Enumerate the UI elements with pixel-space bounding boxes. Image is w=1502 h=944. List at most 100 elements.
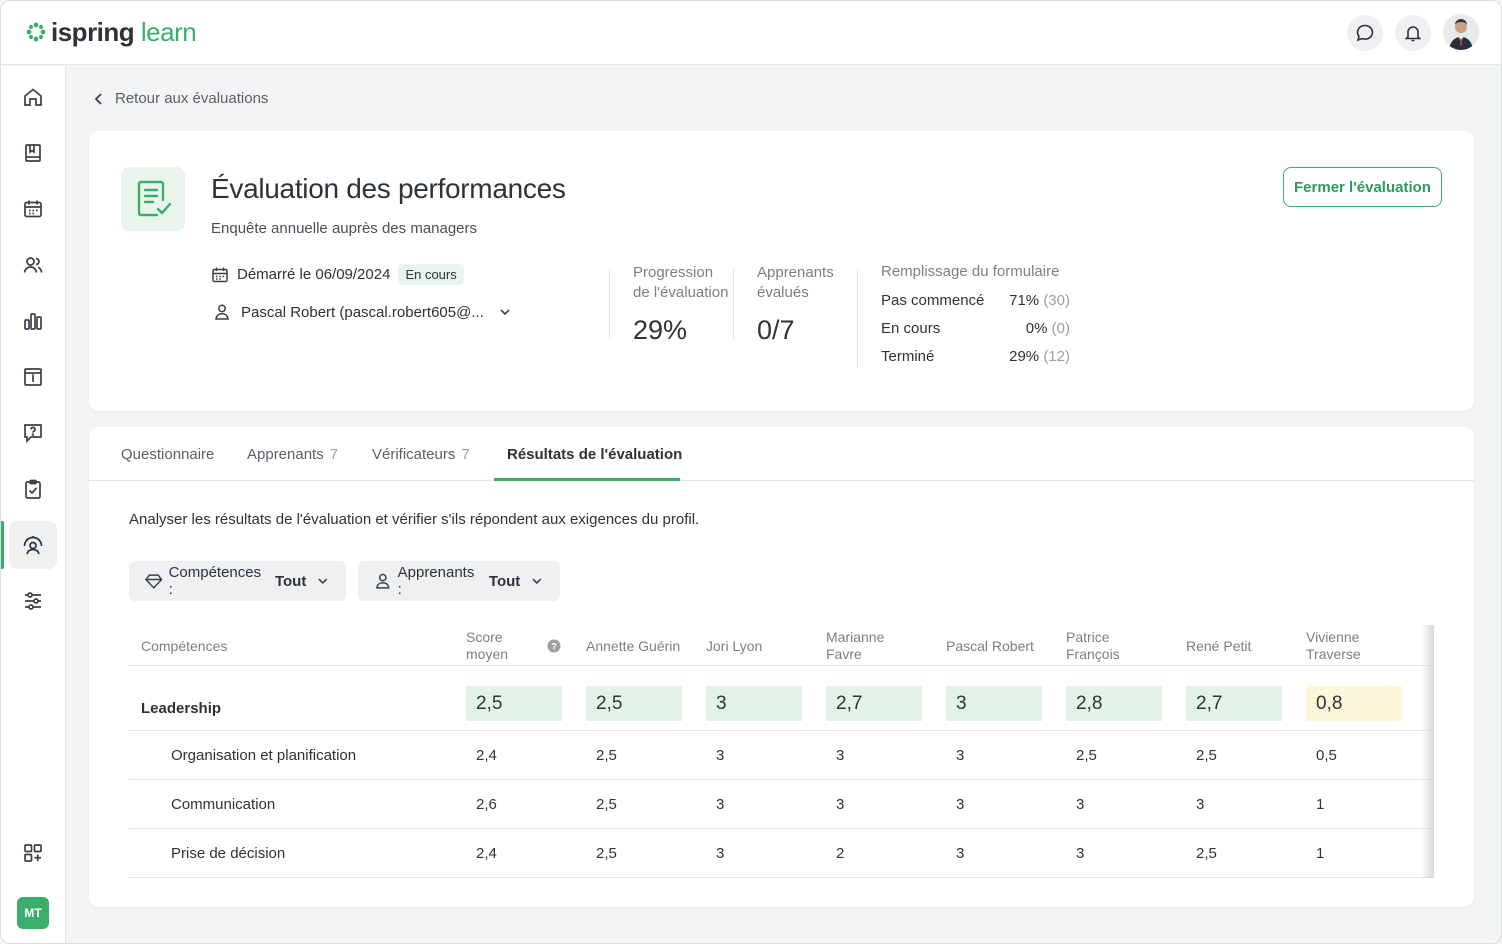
fill-pct: 71% <box>1009 292 1040 309</box>
score-cell: 3 <box>956 845 965 862</box>
owner-name: Pascal Robert (pascal.robert605@... <box>241 303 484 321</box>
results-intro: Analyser les résultats de l'évaluation e… <box>129 511 700 528</box>
logo-flower-icon <box>26 22 46 42</box>
nav-reports[interactable] <box>9 297 57 345</box>
nav-info-board[interactable] <box>9 353 57 401</box>
score-cell: 3 <box>716 747 725 764</box>
score-cell: 2,5 <box>1196 747 1217 764</box>
nav-apps[interactable] <box>9 829 57 877</box>
back-link[interactable]: Retour aux évaluations <box>93 90 268 107</box>
score-cell: 3 <box>836 747 845 764</box>
app-window: ispring learn MT Retour aux évaluations … <box>0 0 1502 944</box>
column-header-learner[interactable]: Marianne Favre <box>826 629 884 663</box>
column-header-label-line2: Favre <box>826 646 862 662</box>
table-row[interactable]: Prise de décision 2,4 2,5 3 2 3 3 2,5 1 <box>129 829 1434 878</box>
nav-home[interactable] <box>9 73 57 121</box>
close-evaluation-button[interactable]: Fermer l'évaluation <box>1283 167 1442 207</box>
column-header-learner[interactable]: René Petit <box>1186 638 1251 655</box>
chevron-down-icon <box>500 309 510 316</box>
nav-tasks[interactable] <box>9 465 57 513</box>
tab-questionnaire[interactable]: Questionnaire <box>121 446 214 463</box>
start-date-row: Démarré le 06/09/2024 En cours <box>211 264 464 285</box>
column-header-average[interactable]: Score moyen <box>466 629 508 663</box>
learners-evaluated-label: Apprenants évalués <box>757 263 834 303</box>
nav-questions[interactable] <box>9 409 57 457</box>
top-bar: ispring learn <box>1 1 1501 65</box>
column-header-learner[interactable]: Annette Guérin <box>586 638 680 655</box>
column-header-learner[interactable]: Pascal Robert <box>946 638 1034 655</box>
filter-label: Compétences : <box>168 564 262 598</box>
fill-row-in-progress: En cours 0% (0) <box>881 320 1101 337</box>
fill-count: (12) <box>1043 348 1070 365</box>
ispring-logo[interactable]: ispring learn <box>25 17 197 47</box>
learners-label-line1: Apprenants <box>757 264 834 281</box>
tab-learners[interactable]: Apprenants 7 <box>247 446 338 463</box>
score-cell: 3 <box>1076 796 1085 813</box>
progress-label-line2: de l'évaluation <box>633 284 729 301</box>
tab-reviewers[interactable]: Vérificateurs 7 <box>372 446 470 463</box>
account-badge[interactable]: MT <box>17 897 49 929</box>
calendar-icon <box>24 200 42 218</box>
nav-calendar[interactable] <box>9 185 57 233</box>
page-subtitle: Enquête annuelle auprès des managers <box>211 220 478 237</box>
table-group-row[interactable]: Leadership 2,5 2,5 3 2,7 3 2,8 2,7 0,8 <box>129 666 1434 731</box>
fill-row-not-started: Pas commencé 71% (30) <box>881 292 1101 309</box>
filter-value: Tout <box>488 572 521 590</box>
learners-filter[interactable]: Apprenants : Tout <box>358 561 560 601</box>
column-header-learner[interactable]: Vivienne Traverse <box>1306 629 1361 663</box>
score-cell: 3 <box>946 686 1042 721</box>
table-row[interactable]: Organisation et planification 2,4 2,5 3 … <box>129 731 1434 780</box>
learners-evaluated-value: 0/7 <box>757 315 795 345</box>
learners-label-line2: évalués <box>757 284 809 301</box>
skills-filter[interactable]: Compétences : Tout <box>129 561 346 601</box>
nav-users[interactable] <box>9 241 57 289</box>
notifications-button[interactable] <box>1395 15 1431 51</box>
diamond-icon <box>145 574 163 589</box>
tab-label: Vérificateurs <box>372 446 456 463</box>
divider <box>857 269 858 367</box>
user-avatar[interactable] <box>1443 14 1479 50</box>
owner-selector[interactable]: Pascal Robert (pascal.robert605@... <box>213 303 512 321</box>
sidebar: MT <box>1 66 66 943</box>
chat-icon <box>1356 24 1374 42</box>
fill-count: (30) <box>1043 292 1070 309</box>
score-cell: 2,5 <box>596 845 617 862</box>
chevron-down-icon <box>532 578 542 585</box>
info-board-icon <box>24 368 42 386</box>
column-header-label-line2: moyen <box>466 646 509 662</box>
active-nav-indicator <box>1 521 4 569</box>
svg-text:?: ? <box>551 642 557 653</box>
tab-count: 7 <box>329 446 339 463</box>
divider <box>609 269 610 339</box>
column-header-skills[interactable]: Compétences <box>141 638 227 655</box>
column-header-label: Marianne <box>826 629 885 645</box>
tab-results[interactable]: Résultats de l'évaluation <box>507 446 682 463</box>
score-cell: 2,5 <box>596 747 617 764</box>
score-cell: 3 <box>1196 796 1205 813</box>
score-cell: 2,5 <box>1076 747 1097 764</box>
table-row[interactable]: Communication 2,6 2,5 3 3 3 3 3 1 <box>129 780 1434 829</box>
skill-name: Communication <box>171 796 276 813</box>
column-header-learner[interactable]: Jori Lyon <box>706 638 762 655</box>
score-cell: 2,5 <box>586 686 682 721</box>
nav-settings[interactable] <box>9 577 57 625</box>
document-check-icon <box>137 180 172 217</box>
apps-add-icon <box>24 844 42 862</box>
filter-value: Tout <box>274 572 307 590</box>
score-cell: 2,4 <box>476 747 497 764</box>
help-icon[interactable]: ? <box>547 639 561 657</box>
nav-assessments[interactable] <box>9 521 57 569</box>
divider <box>733 269 734 339</box>
fill-pct: 0% <box>1025 320 1048 337</box>
fill-count: (0) <box>1051 320 1070 337</box>
bell-icon <box>1404 26 1422 42</box>
logo-primary: ispring <box>51 17 135 47</box>
user-photo-icon <box>1443 14 1479 50</box>
chat-button[interactable] <box>1347 15 1383 51</box>
start-date: Démarré le 06/09/2024 <box>237 266 391 283</box>
column-header-learner[interactable]: Patrice François <box>1066 629 1120 663</box>
nav-library[interactable] <box>9 129 57 177</box>
question-icon <box>24 424 42 444</box>
clipboard-check-icon <box>25 479 41 499</box>
status-badge: En cours <box>398 264 464 285</box>
